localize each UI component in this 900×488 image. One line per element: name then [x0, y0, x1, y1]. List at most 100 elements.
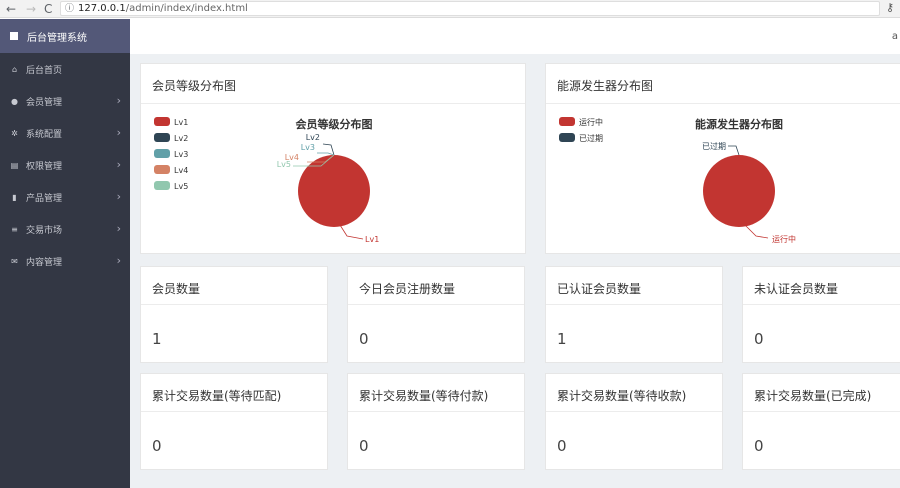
- legend-swatch[interactable]: [154, 181, 170, 190]
- pie-slice[interactable]: [703, 155, 775, 227]
- sidebar-item-label: 交易市场: [26, 225, 63, 236]
- stat-label: 已认证会员数量: [546, 267, 722, 305]
- member-level-pie-chart: Lv1Lv2Lv3Lv4Lv5会员等级分布图Lv1Lv2Lv3Lv4Lv5: [154, 117, 379, 244]
- stat-value: 0: [557, 437, 567, 455]
- member-level-chart-card: 会员等级分布图 Lv1 Lv2 Lv3 Lv4 Lv5 会员等级分布图 Lv1 Lv2 Lv3 L…: [140, 63, 526, 254]
- info-icon[interactable]: ⓘ: [65, 3, 74, 15]
- gears-icon: ✲: [11, 128, 18, 138]
- slice-label: Lv5: [277, 160, 291, 169]
- envelope-icon: ✉: [11, 256, 18, 266]
- slice-label: 已过期: [702, 141, 726, 151]
- list-icon: ▤: [10, 160, 19, 170]
- legend-swatch[interactable]: [154, 149, 170, 158]
- stat-card: 已认证会员数量 1: [545, 266, 723, 363]
- chevron-right-icon: ›: [116, 222, 121, 235]
- slice-label: 运行中: [772, 234, 796, 244]
- user-menu[interactable]: a: [892, 31, 898, 42]
- stat-value: 0: [152, 437, 162, 455]
- generator-chart-card: 能源发生器分布图 运行中 已过期 能源发生器分布图 运行中 已过期: [545, 63, 900, 254]
- sidebar-item-1[interactable]: ● 会员管理 ›: [0, 85, 130, 117]
- chevron-right-icon: ›: [116, 254, 121, 267]
- generator-card-title: 能源发生器分布图: [546, 64, 900, 104]
- brand-square-icon: [10, 32, 18, 40]
- sidebar-item-label: 会员管理: [26, 97, 63, 108]
- sidebar-item-6[interactable]: ✉ 内容管理 ›: [0, 245, 130, 277]
- legend-label[interactable]: Lv2: [174, 134, 188, 143]
- slice-label: Lv3: [301, 143, 315, 152]
- legend-label[interactable]: 运行中: [579, 117, 603, 127]
- label-leader-line: [339, 224, 364, 240]
- legend-swatch[interactable]: [154, 165, 170, 174]
- sidebar-item-4[interactable]: ▮ 产品管理 ›: [0, 181, 130, 213]
- reload-icon[interactable]: C: [44, 1, 52, 17]
- chevron-right-icon: ›: [116, 190, 121, 203]
- stat-card: 累计交易数量(等待收款) 0: [545, 373, 723, 470]
- key-icon[interactable]: ⚷: [886, 1, 894, 15]
- stat-value: 0: [754, 437, 764, 455]
- sidebar-item-2[interactable]: ✲ 系统配置 ›: [0, 117, 130, 149]
- legend-label[interactable]: Lv1: [174, 118, 188, 127]
- sidebar-item-label: 权限管理: [26, 161, 63, 172]
- sidebar-item-label: 系统配置: [26, 129, 63, 140]
- back-icon[interactable]: ←: [6, 1, 16, 17]
- legend-swatch[interactable]: [559, 133, 575, 142]
- label-leader-line: [317, 152, 335, 156]
- stat-label: 未认证会员数量: [743, 267, 900, 305]
- legend-label[interactable]: Lv4: [174, 166, 188, 175]
- stat-label: 会员数量: [141, 267, 327, 305]
- legend-label[interactable]: Lv5: [174, 182, 188, 191]
- sidebar-item-0[interactable]: ⌂ 后台首页: [0, 53, 130, 85]
- stat-card: 累计交易数量(等待匹配) 0: [140, 373, 328, 470]
- top-bar: a: [130, 19, 900, 54]
- stat-card: 今日会员注册数量 0: [347, 266, 525, 363]
- label-leader-line: [728, 145, 740, 156]
- stat-value: 0: [359, 437, 369, 455]
- user-icon: ●: [11, 96, 18, 106]
- url-host: 127.0.0.1: [78, 3, 126, 14]
- sidebar-item-label: 产品管理: [26, 193, 63, 204]
- member-level-card-title: 会员等级分布图: [141, 64, 525, 104]
- legend-swatch[interactable]: [154, 117, 170, 126]
- sidebar-menu: ⌂ 后台首页 ● 会员管理 › ✲ 系统配置 › ▤ 权限管理 › ▮ 产品管理 › ≡ 交易市场 › ✉ 内容管理…: [0, 53, 130, 277]
- stat-card: 累计交易数量(等待付款) 0: [347, 373, 525, 470]
- stat-value: 0: [754, 330, 764, 348]
- stat-label: 累计交易数量(等待收款): [546, 374, 722, 412]
- chevron-right-icon: ›: [116, 126, 121, 139]
- stat-label: 今日会员注册数量: [348, 267, 524, 305]
- url-text: 127.0.0.1/admin/index/index.html: [78, 3, 248, 15]
- sidebar: 后台管理系统 ⌂ 后台首页 ● 会员管理 › ✲ 系统配置 › ▤ 权限管理 › ▮ 产品管理 › ≡ 交易市…: [0, 19, 130, 488]
- stat-label: 累计交易数量(等待匹配): [141, 374, 327, 412]
- bars-icon: ≡: [11, 224, 18, 234]
- generator-pie-chart: 运行中已过期能源发生器分布图运行中已过期: [559, 117, 796, 244]
- brand-title: 后台管理系统: [27, 32, 87, 44]
- book-icon: ▮: [12, 192, 17, 202]
- stat-card: 累计交易数量(已完成) 0: [742, 373, 900, 470]
- stat-label: 累计交易数量(等待付款): [348, 374, 524, 412]
- browser-toolbar: ← → C ⓘ 127.0.0.1/admin/index/index.html…: [0, 0, 900, 18]
- legend-swatch[interactable]: [559, 117, 575, 126]
- sidebar-item-label: 内容管理: [26, 257, 63, 268]
- sidebar-item-5[interactable]: ≡ 交易市场 ›: [0, 213, 130, 245]
- slice-label: Lv2: [306, 133, 320, 142]
- home-icon: ⌂: [11, 64, 18, 74]
- sidebar-brand: 后台管理系统: [0, 19, 130, 53]
- chart-title: 会员等级分布图: [296, 117, 373, 131]
- address-bar[interactable]: ⓘ 127.0.0.1/admin/index/index.html: [60, 1, 880, 16]
- chart-title: 能源发生器分布图: [695, 117, 783, 131]
- stat-value: 1: [557, 330, 567, 348]
- chevron-right-icon: ›: [116, 94, 121, 107]
- stat-card: 会员数量 1: [140, 266, 328, 363]
- stat-value: 0: [359, 330, 369, 348]
- legend-swatch[interactable]: [154, 133, 170, 142]
- stat-card: 未认证会员数量 0: [742, 266, 900, 363]
- slice-label: Lv1: [365, 235, 379, 244]
- stat-value: 1: [152, 330, 162, 348]
- chevron-right-icon: ›: [116, 158, 121, 171]
- forward-icon[interactable]: →: [26, 1, 36, 17]
- label-leader-line: [744, 224, 769, 239]
- legend-label[interactable]: Lv3: [174, 150, 188, 159]
- legend-label[interactable]: 已过期: [579, 133, 603, 143]
- sidebar-item-3[interactable]: ▤ 权限管理 ›: [0, 149, 130, 181]
- sidebar-item-label: 后台首页: [26, 65, 63, 76]
- main-content: 会员等级分布图 Lv1 Lv2 Lv3 Lv4 Lv5 会员等级分布图 Lv1 Lv2 Lv3 L…: [130, 54, 900, 488]
